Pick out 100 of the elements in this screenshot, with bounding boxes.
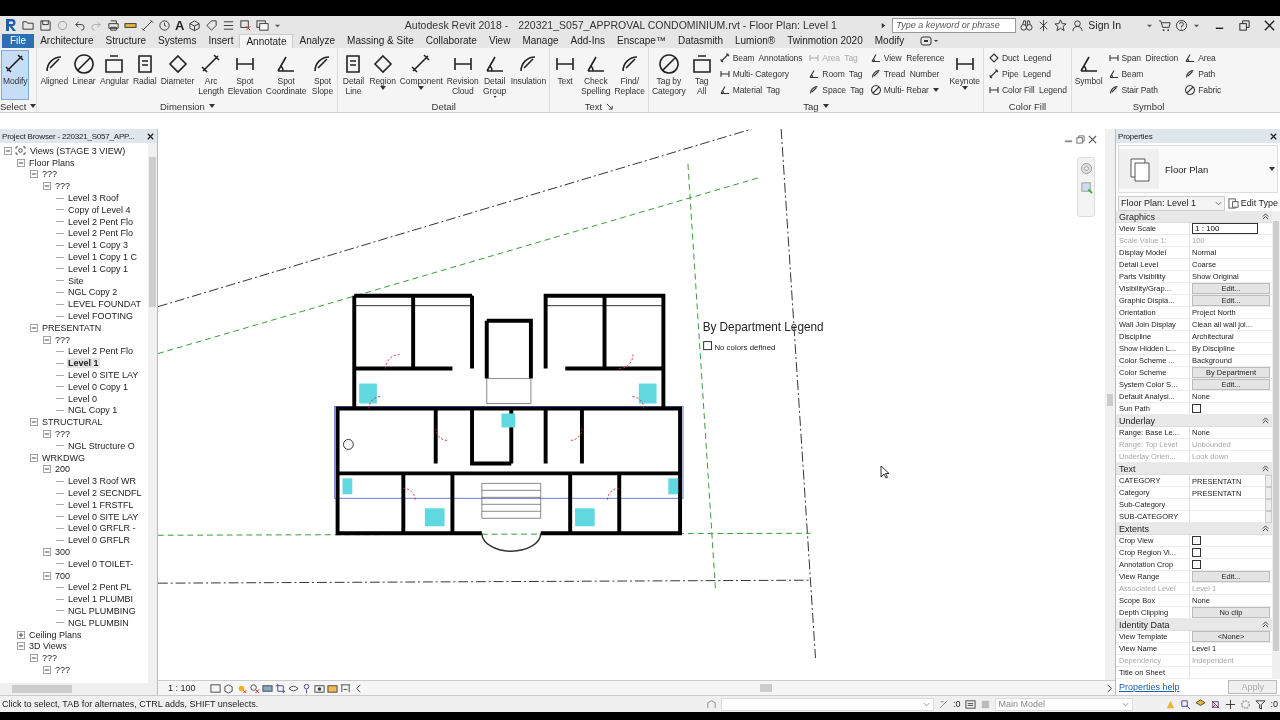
tree-item[interactable]: Level 0 SITE LAY — [67, 370, 140, 381]
panel-toggle-icon[interactable] — [920, 36, 941, 46]
tree-item[interactable]: STRUCTURAL — [41, 417, 104, 428]
ribbon-tool[interactable]: Pipe Legend — [986, 66, 1068, 82]
tree-item[interactable]: Level 0 Copy 1 — [67, 381, 130, 392]
ribbon-tool[interactable]: Revision Cloud — [444, 50, 481, 100]
restore-icon[interactable] — [1238, 18, 1251, 32]
tree-item[interactable]: Level 2 Pent PL — [67, 582, 133, 593]
binoculars-icon[interactable] — [1020, 18, 1034, 32]
tree-item[interactable]: Ceiling Plans — [28, 629, 83, 640]
ribbon-tab[interactable]: Twinmotion 2020 — [781, 34, 869, 48]
ribbon-tool[interactable]: Span Direction — [1106, 50, 1180, 66]
tree-item[interactable]: NGL PLUMBIN — [67, 617, 130, 628]
tree-item[interactable]: 300 — [54, 547, 72, 557]
ribbon-tool[interactable]: Region — [367, 50, 398, 100]
caret-icon[interactable] — [30, 104, 37, 108]
tree-item[interactable]: Level 3 Roof WR — [67, 476, 138, 487]
collapse-icon[interactable] — [1262, 525, 1269, 532]
instance-dropdown[interactable]: Floor Plan: Level 1 — [1118, 195, 1225, 211]
ribbon-tool[interactable]: Detail Line — [339, 50, 368, 100]
tree-item[interactable]: WRKDWG — [41, 452, 86, 463]
view-cube-icon[interactable] — [188, 18, 202, 32]
properties-help-link[interactable]: Properties help — [1119, 682, 1180, 692]
ribbon-tab[interactable]: Analyze — [293, 34, 342, 48]
tree-item[interactable]: ??? — [54, 429, 72, 439]
tree-item[interactable]: NGL Structure O — [67, 440, 136, 451]
ribbon-tab[interactable]: View — [482, 34, 517, 48]
scrollbar[interactable] — [1105, 129, 1115, 680]
ribbon-tool[interactable]: Insulation — [508, 50, 549, 100]
tree-item[interactable]: PRESENTATN — [41, 322, 103, 333]
ribbon-tool[interactable]: Multi- Rebar — [868, 82, 946, 98]
scrollbar[interactable] — [1272, 211, 1280, 679]
tree-item[interactable]: Level 0 — [67, 393, 99, 404]
close-icon[interactable] — [1088, 135, 1097, 144]
ribbon-tool[interactable]: Component — [397, 50, 445, 100]
tree-item[interactable]: Level 2 Pent Flo — [67, 346, 135, 357]
tree-item[interactable]: LEVEL FOUNDAT — [67, 299, 142, 310]
ribbon-tool[interactable]: Diameter — [158, 50, 197, 100]
collapse-icon[interactable] — [1262, 417, 1269, 424]
ribbon-tab[interactable]: File — [2, 34, 35, 48]
help-icon[interactable] — [1175, 18, 1188, 32]
ribbon-tool[interactable]: Spot Slope — [308, 50, 337, 100]
ribbon-tab[interactable]: Architecture — [34, 34, 100, 48]
print-icon[interactable] — [107, 18, 120, 32]
tree-item[interactable]: NGL Copy 1 — [67, 405, 119, 416]
ribbon-tab[interactable]: Collaborate — [419, 34, 483, 48]
scrollbar[interactable] — [0, 683, 157, 695]
tree-item[interactable]: 3D Views — [28, 641, 68, 652]
ribbon-tool[interactable]: Linear — [70, 50, 99, 100]
switch-windows-icon[interactable] — [256, 18, 270, 32]
tree-item[interactable]: ??? — [54, 181, 72, 192]
property-field[interactable]: 1 : 100 — [1192, 223, 1258, 234]
tree-item[interactable]: NGL Copy 2 — [67, 287, 119, 298]
open-folder-icon[interactable] — [22, 18, 35, 32]
expand-icon[interactable] — [17, 630, 25, 639]
ribbon-tool[interactable]: Text — [551, 50, 580, 100]
ribbon-tool[interactable]: Symbol — [1072, 50, 1105, 100]
ribbon-tool[interactable]: View Reference — [868, 50, 946, 66]
tree-item[interactable]: Level 1 Copy 1 — [67, 263, 130, 274]
text-tool-button[interactable]: A — [175, 17, 185, 33]
tree-item[interactable]: Site — [67, 275, 85, 286]
collapse-icon[interactable] — [1262, 621, 1269, 628]
tree-item[interactable]: Level 1 PLUMBI — [67, 594, 135, 605]
ribbon-tool[interactable]: Keynote — [947, 50, 982, 100]
close-icon[interactable] — [146, 131, 155, 141]
ribbon-tool[interactable]: Find/ Replace — [612, 50, 647, 100]
scrollbar[interactable] — [148, 143, 157, 683]
save-icon[interactable] — [39, 18, 52, 32]
ribbon-tab[interactable]: Manage — [516, 34, 565, 48]
tree-item[interactable]: Level 3 Roof — [67, 193, 120, 204]
ribbon-tab[interactable]: Modify — [868, 34, 911, 48]
close-windows-icon[interactable] — [239, 18, 253, 32]
tree-item[interactable]: Views (STAGE 3 VIEW) — [29, 145, 127, 156]
ribbon-tab[interactable]: Insert — [202, 34, 240, 48]
design-option-dropdown[interactable]: Main Model — [994, 697, 1133, 711]
ribbon-tool[interactable]: Duct Legend — [986, 50, 1068, 66]
ribbon-tab[interactable]: Massing & Site — [341, 34, 420, 48]
tree-item[interactable]: 700 — [54, 570, 72, 581]
ribbon-tool[interactable]: Path — [1183, 66, 1223, 82]
ribbon-tab[interactable]: Annotate — [239, 34, 294, 48]
tree-item[interactable]: Level 2 SECNDFL — [67, 488, 143, 498]
ribbon-tool[interactable]: Beam Annotations — [717, 50, 804, 66]
ribbon-tool[interactable]: Tag by Category — [650, 50, 688, 100]
close-icon[interactable] — [1269, 131, 1278, 141]
close-icon[interactable] — [1263, 18, 1276, 32]
caret-icon[interactable] — [208, 104, 215, 108]
ribbon-tool[interactable]: Arc Length — [196, 50, 226, 100]
edit-type-button[interactable]: Edit Type — [1227, 197, 1278, 209]
tree-item[interactable]: Level 2 Pent Flo — [67, 216, 135, 227]
ribbon-tab[interactable]: Lumion® — [728, 34, 782, 48]
ribbon-tool[interactable]: Radial — [130, 50, 159, 100]
collapse-icon[interactable] — [1262, 213, 1269, 220]
ribbon-tab[interactable]: Datasmith — [671, 34, 729, 48]
tree-item[interactable]: 200 — [54, 464, 72, 475]
clock-icon[interactable] — [158, 18, 171, 32]
ribbon-tool[interactable]: Check Spelling — [579, 50, 613, 100]
restore-icon[interactable] — [1076, 135, 1085, 144]
sign-in-link[interactable]: Sign In — [1088, 19, 1121, 31]
tree-item[interactable]: Level 1 Copy 3 — [67, 240, 130, 251]
ribbon-tool[interactable]: Tread Number — [868, 66, 946, 82]
